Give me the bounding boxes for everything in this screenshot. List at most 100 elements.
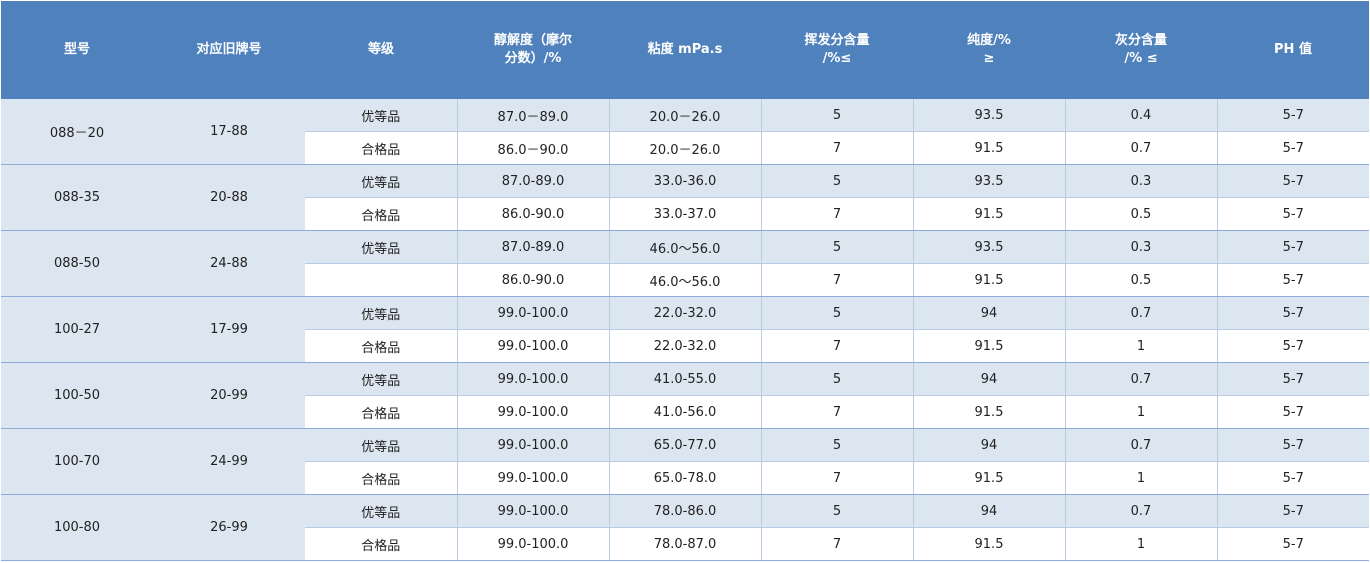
grade-cell: 合格品 [305,329,457,363]
ph-cell: 5-7 [1216,329,1369,363]
header-ash: 灰分含量 /% ≤ [1065,1,1217,99]
ph-cell: 5-7 [1216,494,1369,528]
purity-cell: 94 [912,296,1065,330]
purity-cell: 93.5 [912,230,1065,264]
spec-table: 型号 对应旧牌号 等级 醇解度（摩尔 分数）/% 粘度 mPa.s 挥发分含量 … [1,1,1369,561]
old-grade-cell: 26-99 [153,494,305,561]
alcoholysis-cell: 99.0-100.0 [456,527,609,561]
purity-cell: 91.5 [912,131,1065,165]
alcoholysis-cell: 99.0-100.0 [456,296,609,330]
table-row: 100-80 26-99 优等品 99.0-100.0 78.0-86.0 5 94 0.7 5… [1,494,1369,561]
purity-cell: 94 [912,362,1065,396]
volatile-cell: 5 [760,99,913,132]
ph-cell: 5-7 [1216,362,1369,396]
purity-cell: 91.5 [912,329,1065,363]
alcoholysis-cell: 99.0-100.0 [456,395,609,429]
table-body: 088－20 17-88 优等品 87.0－89.0 20.0－26.0 5 93.5 0.4… [1,99,1369,561]
old-grade-cell: 20-99 [153,362,305,429]
viscosity-cell: 65.0-78.0 [608,461,761,495]
header-model: 型号 [1,1,153,99]
viscosity-cell: 20.0－26.0 [608,131,761,165]
alcoholysis-cell: 87.0-89.0 [456,164,609,198]
old-grade-cell: 24-88 [153,230,305,297]
purity-cell: 91.5 [912,527,1065,561]
model-cell: 088-50 [1,230,153,297]
ash-cell: 0.3 [1064,230,1217,264]
grade-cell [305,263,457,297]
volatile-cell: 7 [760,131,913,165]
ph-cell: 5-7 [1216,461,1369,495]
ash-cell: 0.7 [1064,296,1217,330]
volatile-cell: 7 [760,263,913,297]
viscosity-cell: 20.0－26.0 [608,99,761,132]
table-header: 型号 对应旧牌号 等级 醇解度（摩尔 分数）/% 粘度 mPa.s 挥发分含量 … [1,1,1369,99]
header-viscosity: 粘度 mPa.s [609,1,761,99]
ash-cell: 1 [1064,527,1217,561]
alcoholysis-cell: 99.0-100.0 [456,461,609,495]
table-row: 100-50 20-99 优等品 99.0-100.0 41.0-55.0 5 94 0.7 5… [1,362,1369,429]
purity-cell: 93.5 [912,99,1065,132]
volatile-cell: 7 [760,527,913,561]
viscosity-cell: 41.0-55.0 [608,362,761,396]
viscosity-cell: 46.0～56.0 [608,230,761,264]
purity-cell: 91.5 [912,395,1065,429]
volatile-cell: 7 [760,329,913,363]
volatile-cell: 7 [760,395,913,429]
header-old-grade: 对应旧牌号 [153,1,305,99]
grade-cell: 优等品 [305,230,457,264]
old-grade-cell: 17-88 [153,99,305,165]
header-grade: 等级 [305,1,457,99]
ash-cell: 0.3 [1064,164,1217,198]
volatile-cell: 5 [760,428,913,462]
grade-cell: 优等品 [305,296,457,330]
ph-cell: 5-7 [1216,527,1369,561]
viscosity-cell: 22.0-32.0 [608,296,761,330]
viscosity-cell: 22.0-32.0 [608,329,761,363]
header-alcoholysis: 醇解度（摩尔 分数）/% [457,1,609,99]
old-grade-cell: 20-88 [153,164,305,231]
ash-cell: 0.7 [1064,428,1217,462]
grade-cell: 合格品 [305,527,457,561]
viscosity-cell: 78.0-87.0 [608,527,761,561]
volatile-cell: 7 [760,461,913,495]
ash-cell: 1 [1064,461,1217,495]
purity-cell: 94 [912,428,1065,462]
purity-cell: 91.5 [912,263,1065,297]
volatile-cell: 5 [760,362,913,396]
ph-cell: 5-7 [1216,296,1369,330]
model-cell: 100-80 [1,494,153,561]
table-row: 088-35 20-88 优等品 87.0-89.0 33.0-36.0 5 93.5 0.3… [1,164,1369,231]
purity-cell: 93.5 [912,164,1065,198]
volatile-cell: 5 [760,230,913,264]
grade-cell: 优等品 [305,428,457,462]
alcoholysis-cell: 99.0-100.0 [456,362,609,396]
ph-cell: 5-7 [1216,428,1369,462]
volatile-cell: 5 [760,296,913,330]
grade-cell: 优等品 [305,362,457,396]
viscosity-cell: 65.0-77.0 [608,428,761,462]
grade-cell: 优等品 [305,494,457,528]
volatile-cell: 7 [760,197,913,231]
table-row: 088-50 24-88 优等品 87.0-89.0 46.0～56.0 5 93.5 0.3… [1,230,1369,297]
ash-cell: 0.7 [1064,131,1217,165]
purity-cell: 91.5 [912,197,1065,231]
table-row: 088－20 17-88 优等品 87.0－89.0 20.0－26.0 5 93.5 0.4… [1,99,1369,165]
table-row: 100-70 24-99 优等品 99.0-100.0 65.0-77.0 5 94 0.7 5… [1,428,1369,495]
alcoholysis-cell: 86.0－90.0 [456,131,609,165]
alcoholysis-cell: 99.0-100.0 [456,494,609,528]
alcoholysis-cell: 99.0-100.0 [456,329,609,363]
ash-cell: 1 [1064,329,1217,363]
ash-cell: 0.5 [1064,197,1217,231]
ash-cell: 0.7 [1064,494,1217,528]
old-grade-cell: 24-99 [153,428,305,495]
volatile-cell: 5 [760,164,913,198]
ash-cell: 1 [1064,395,1217,429]
ph-cell: 5-7 [1216,263,1369,297]
alcoholysis-cell: 99.0-100.0 [456,428,609,462]
ph-cell: 5-7 [1216,230,1369,264]
ph-cell: 5-7 [1216,395,1369,429]
header-volatile: 挥发分含量 /%≤ [761,1,913,99]
alcoholysis-cell: 87.0-89.0 [456,230,609,264]
volatile-cell: 5 [760,494,913,528]
old-grade-cell: 17-99 [153,296,305,363]
